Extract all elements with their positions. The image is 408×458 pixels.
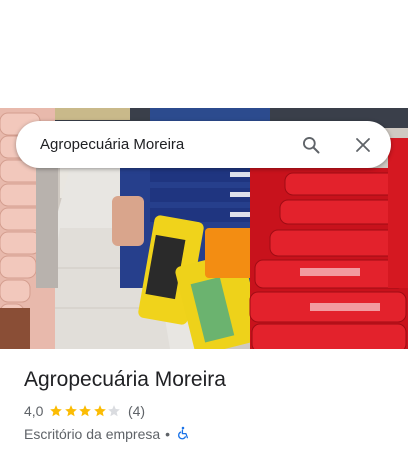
star-icon	[79, 405, 92, 417]
star-icon	[65, 405, 77, 417]
star-icon	[108, 405, 121, 417]
search-bar[interactable]: Agropecuária Moreira	[16, 121, 391, 168]
category-row: Escritório da empresa •	[24, 425, 394, 443]
wheelchair-icon	[176, 426, 190, 443]
close-icon[interactable]	[351, 133, 375, 157]
rating-row[interactable]: 4,0 (4)	[24, 402, 394, 420]
place-category: Escritório da empresa	[24, 426, 161, 442]
review-count[interactable]: (4)	[128, 403, 145, 419]
place-title: Agropecuária Moreira	[24, 368, 226, 391]
place-info: Agropecuária Moreira 4,0 (4) Escritório …	[24, 366, 394, 443]
rating-stars	[49, 404, 122, 418]
rating-value: 4,0	[24, 403, 44, 419]
top-blank-area	[0, 0, 408, 108]
separator-dot: •	[165, 426, 171, 442]
search-icon[interactable]	[299, 133, 323, 157]
search-query-text[interactable]: Agropecuária Moreira	[16, 136, 299, 153]
star-icon	[94, 405, 106, 417]
star-icon	[50, 405, 63, 417]
